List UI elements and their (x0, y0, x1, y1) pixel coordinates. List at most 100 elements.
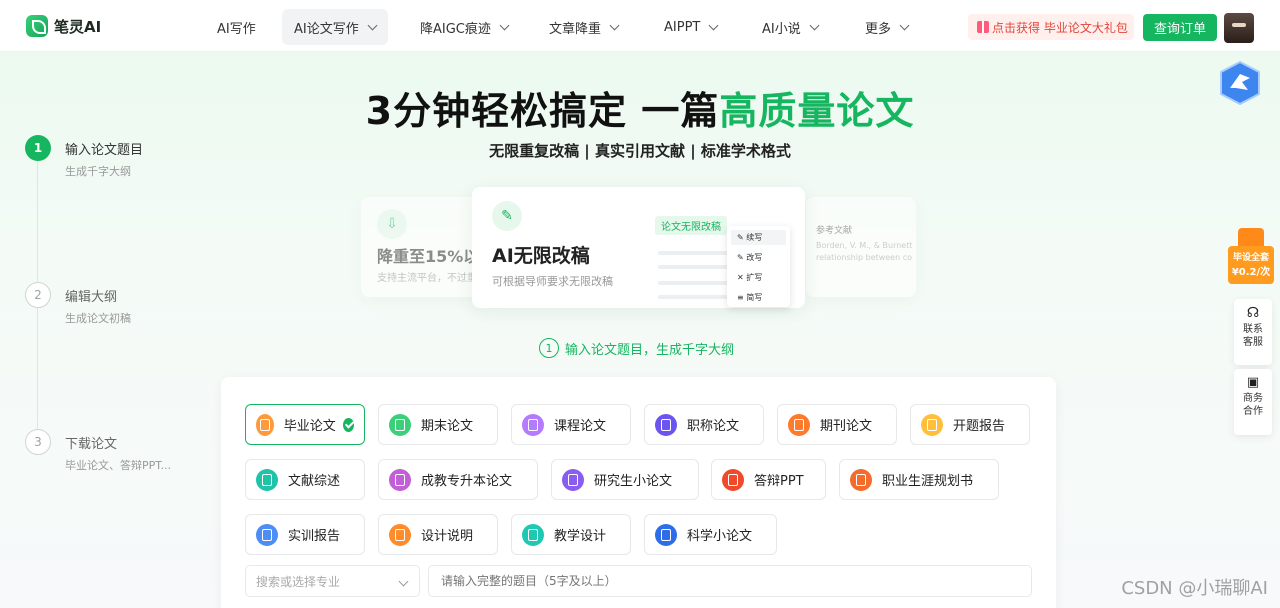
section-number: 1 (539, 338, 559, 358)
chevron-down-icon (499, 20, 510, 30)
type-chip-course[interactable]: 课程论文 (511, 404, 631, 445)
nav-ai-paper[interactable]: AI论文写作 (282, 9, 388, 45)
training-icon (256, 523, 278, 546)
type-chip-adult-edu[interactable]: 成教专升本论文 (378, 459, 538, 500)
report-icon (921, 413, 943, 436)
chip-label: 职业生涯规划书 (882, 474, 974, 489)
feature-card-references: 参考文献 Borden, V. M., & Burnett, A. W. rel… (806, 197, 916, 297)
type-chip-training[interactable]: 实训报告 (245, 514, 365, 555)
menu-item[interactable]: ✎ 续写 (737, 232, 762, 243)
watermark: CSDN @小瑞聊AI (1121, 578, 1268, 599)
rewrite-menu: ✎ 续写 ✎ 改写 ✕ 扩写 ≡ 简写 (727, 226, 790, 307)
reference-line: Borden, V. M., & Burnett, A. W. (816, 241, 912, 250)
check-icon (342, 417, 354, 432)
type-chip-graduation[interactable]: 毕业论文 (245, 404, 365, 445)
atom-icon (655, 523, 677, 546)
avatar[interactable] (1224, 13, 1254, 43)
nav-label: AI小说 (762, 21, 801, 37)
side-promo[interactable]: 毕设全套 ¥0.2/次 (1228, 228, 1274, 284)
major-select[interactable]: 搜索或选择专业 (245, 565, 420, 597)
step-number: 2 (25, 282, 51, 308)
text-placeholder-line (658, 251, 728, 255)
type-chip-title[interactable]: 职称论文 (644, 404, 764, 445)
hero-title-highlight: 高质量论文 (719, 89, 915, 133)
nav-more[interactable]: 更多 (853, 9, 920, 45)
network-icon (389, 468, 411, 491)
chip-label: 实训报告 (288, 529, 341, 544)
chip-label: 答辩PPT (754, 474, 804, 489)
query-order-button[interactable]: 查询订单 (1143, 14, 1217, 41)
type-chip-journal[interactable]: 期刊论文 (777, 404, 897, 445)
teaching-icon (522, 523, 544, 546)
feature-card-rewrite: ✎ AI无限改稿 可根据导师要求无限改稿 论文无限改稿 ✎ 续写 ✎ 改写 ✕ … (472, 187, 805, 308)
step-desc: 生成论文初稿 (65, 312, 131, 325)
card-desc: 支持主流平台，不过重 (377, 273, 477, 284)
chevron-down-icon (609, 20, 620, 30)
reference-line: relationship between college (816, 253, 912, 262)
step-desc: 毕业论文、答辩PPT... (65, 459, 172, 472)
type-chip-grad-short[interactable]: 研究生小论文 (551, 459, 699, 500)
type-chip-defense-ppt[interactable]: 答辩PPT (711, 459, 826, 500)
menu-item[interactable]: ✎ 改写 (737, 252, 762, 263)
bird-logo-icon (1220, 60, 1260, 106)
type-chip-career-plan[interactable]: 职业生涯规划书 (839, 459, 999, 500)
card-title: AI无限改稿 (492, 245, 590, 267)
nav-label: AI论文写作 (294, 21, 359, 37)
menu-item[interactable]: ≡ 简写 (737, 292, 762, 303)
chip-label: 科学小论文 (687, 529, 753, 544)
chip-label: 期末论文 (421, 419, 474, 434)
business-coop[interactable]: ▣ 商务合作 (1234, 369, 1272, 435)
document-icon (562, 468, 584, 491)
menu-item[interactable]: ✕ 扩写 (737, 272, 762, 283)
chevron-down-icon (899, 20, 910, 30)
badge-icon (655, 413, 677, 436)
step-title: 下载论文 (65, 437, 118, 452)
chevron-down-icon (398, 576, 409, 587)
gift-promo[interactable]: 点击获得 毕业论文大礼包 (968, 14, 1134, 40)
chevron-down-icon (809, 20, 820, 30)
logo-icon (26, 15, 48, 37)
menu-item-label: 简写 (746, 293, 763, 302)
type-chip-final[interactable]: 期末论文 (378, 404, 498, 445)
nav-aippt[interactable]: AIPPT (652, 9, 729, 45)
chip-label: 课程论文 (554, 419, 607, 434)
app-badge[interactable] (1218, 60, 1262, 106)
section-text: 输入论文题目，生成千字大纲 (565, 342, 735, 358)
chip-label: 期刊论文 (820, 419, 873, 434)
nav-ai-novel[interactable]: AI小说 (750, 9, 830, 45)
chip-label: 职称论文 (687, 419, 740, 434)
chevron-down-icon (708, 20, 719, 30)
doc-icon: ⇩ (377, 209, 407, 239)
type-chip-proposal[interactable]: 开题报告 (910, 404, 1030, 445)
type-chip-teaching[interactable]: 教学设计 (511, 514, 631, 555)
text-placeholder-line (658, 281, 728, 285)
hero-title-main: 3分钟轻松搞定 一篇 (365, 89, 720, 133)
topic-input[interactable] (428, 565, 1032, 597)
chip-label: 研究生小论文 (594, 474, 673, 489)
nav-reduce-aigc[interactable]: 降AIGC痕迹 (408, 9, 520, 45)
chip-label: 设计说明 (421, 529, 474, 544)
type-chip-review[interactable]: 文献综述 (245, 459, 365, 500)
edit-icon: ✎ (492, 201, 522, 231)
step-number: 1 (25, 135, 51, 161)
gift-icon (977, 21, 989, 33)
chip-label: 成教专升本论文 (421, 474, 513, 489)
step-desc: 生成千字大纲 (65, 165, 131, 178)
logo[interactable]: 笔灵AI (26, 14, 101, 38)
nav-ai-writing[interactable]: AI写作 (205, 9, 268, 45)
step-number: 3 (25, 429, 51, 455)
gift-box-icon (1238, 228, 1264, 246)
type-chip-science[interactable]: 科学小论文 (644, 514, 777, 555)
rewrite-tag: 论文无限改稿 (655, 216, 727, 235)
briefcase-icon: ▣ (1246, 375, 1260, 390)
review-icon (256, 468, 278, 491)
card-desc: 可根据导师要求无限改稿 (492, 275, 613, 288)
nav-dedup[interactable]: 文章降重 (537, 9, 630, 45)
menu-item-label: 扩写 (746, 273, 763, 282)
contact-service[interactable]: ☊ 联系客服 (1234, 299, 1272, 365)
hero-title: 3分钟轻松搞定 一篇高质量论文 (0, 80, 1280, 135)
chip-label: 教学设计 (554, 529, 607, 544)
text-placeholder-line (658, 265, 728, 269)
type-chip-design-spec[interactable]: 设计说明 (378, 514, 498, 555)
nav-label: AI写作 (217, 21, 256, 37)
